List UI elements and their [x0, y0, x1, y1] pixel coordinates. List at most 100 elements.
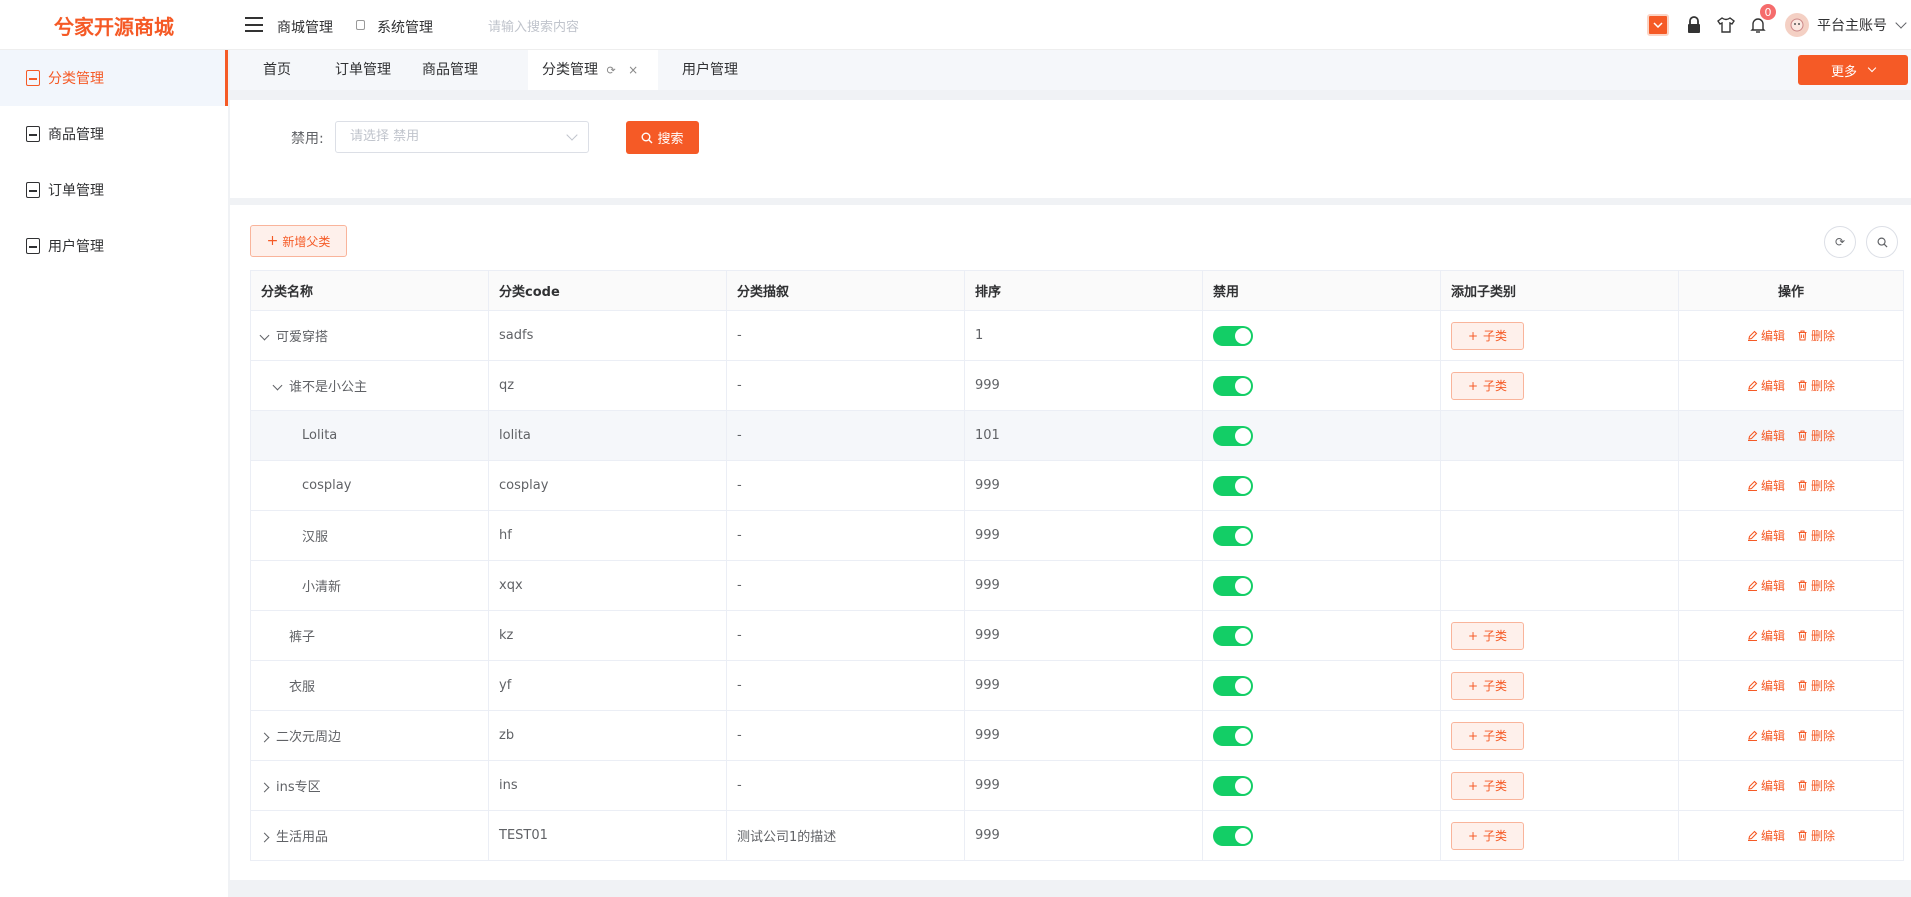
refresh-button[interactable]: ⟳ [1824, 226, 1856, 258]
filter-label: 禁用: [291, 131, 324, 147]
dropdown-square-icon[interactable] [1647, 14, 1669, 36]
trash-icon [1798, 629, 1807, 641]
cell-actions: 编辑 删除 [1678, 760, 1904, 811]
expand-chevron-right-icon[interactable] [259, 782, 270, 793]
disabled-toggle[interactable] [1213, 675, 1253, 696]
column-header: 操作 [1678, 270, 1904, 311]
disabled-toggle[interactable] [1213, 625, 1253, 646]
edit-button[interactable]: 编辑 [1747, 477, 1785, 494]
delete-label: 删除 [1811, 478, 1836, 493]
edit-label: 编辑 [1760, 828, 1785, 843]
disabled-toggle[interactable] [1213, 725, 1253, 746]
expand-chevron-down-icon[interactable] [259, 330, 270, 341]
edit-button[interactable]: 编辑 [1747, 377, 1785, 394]
delete-button[interactable]: 删除 [1797, 377, 1835, 394]
cell-disabled [1202, 810, 1441, 861]
disabled-toggle[interactable] [1213, 825, 1253, 846]
edit-button[interactable]: 编辑 [1747, 677, 1785, 694]
disabled-toggle[interactable] [1213, 325, 1253, 346]
select-placeholder: 请选择 禁用 [350, 129, 420, 144]
cell-desc: - [726, 660, 965, 711]
expand-chevron-down-icon[interactable] [272, 380, 283, 391]
edit-button[interactable]: 编辑 [1747, 327, 1785, 344]
tab-users[interactable]: 用户管理 [668, 50, 752, 90]
search-toggle-button[interactable] [1866, 226, 1898, 258]
top-search-input[interactable]: 请输入搜索内容 [488, 16, 638, 35]
cell-actions: 编辑 删除 [1678, 660, 1904, 711]
tab-home[interactable]: 首页 [249, 50, 305, 90]
add-child-button[interactable]: + 子类 [1451, 371, 1524, 400]
chevron-down-icon [566, 129, 578, 141]
delete-label: 删除 [1811, 328, 1836, 343]
disabled-toggle[interactable] [1213, 375, 1253, 396]
cell-code: TEST01 [488, 810, 727, 861]
sidebar-item-products[interactable]: 商品管理 [0, 106, 228, 162]
close-icon[interactable]: × [628, 63, 638, 77]
document-icon [26, 126, 40, 142]
edit-button[interactable]: 编辑 [1747, 577, 1785, 594]
add-child-button[interactable]: + 子类 [1451, 671, 1524, 700]
sidebar-item-orders[interactable]: 订单管理 [0, 162, 228, 218]
add-child-button[interactable]: + 子类 [1451, 821, 1524, 850]
disabled-toggle[interactable] [1213, 425, 1253, 446]
top-menu-system[interactable]: 系统管理 [377, 17, 433, 37]
document-icon [26, 70, 40, 86]
shirt-icon[interactable] [1715, 14, 1737, 36]
avatar[interactable] [1785, 13, 1809, 37]
edit-button[interactable]: 编辑 [1747, 627, 1785, 644]
refresh-icon[interactable]: ⟳ [606, 64, 615, 77]
cell-disabled [1202, 560, 1441, 611]
tab-products[interactable]: 商品管理 [408, 50, 492, 90]
delete-button[interactable]: 删除 [1797, 677, 1835, 694]
cell-sort: 999 [964, 560, 1203, 611]
cell-disabled [1202, 410, 1441, 461]
cell-code: kz [488, 610, 727, 661]
lock-icon[interactable] [1683, 14, 1705, 36]
account-name[interactable]: 平台主账号 [1817, 15, 1887, 35]
disabled-toggle[interactable] [1213, 475, 1253, 496]
add-parent-button[interactable]: + 新增父类 [250, 225, 347, 257]
delete-button[interactable]: 删除 [1797, 827, 1835, 844]
search-button[interactable]: 搜索 [626, 121, 699, 154]
delete-button[interactable]: 删除 [1797, 727, 1835, 744]
delete-button[interactable]: 删除 [1797, 777, 1835, 794]
add-child-button[interactable]: + 子类 [1451, 721, 1524, 750]
disabled-select[interactable]: 请选择 禁用 [335, 121, 589, 153]
edit-button[interactable]: 编辑 [1747, 427, 1785, 444]
cell-add-child: + 子类 [1440, 760, 1679, 811]
cell-sort: 1 [964, 310, 1203, 361]
category-name: 裤子 [289, 630, 316, 645]
cell-code: qz [488, 360, 727, 411]
sidebar-item-users[interactable]: 用户管理 [0, 218, 228, 274]
add-child-label: 子类 [1483, 379, 1508, 393]
delete-button[interactable]: 删除 [1797, 327, 1835, 344]
edit-button[interactable]: 编辑 [1747, 727, 1785, 744]
add-child-button[interactable]: + 子类 [1451, 621, 1524, 650]
expand-chevron-right-icon[interactable] [259, 732, 270, 743]
sidebar-item-category[interactable]: 分类管理 [0, 50, 228, 106]
bell-icon[interactable]: 0 [1747, 3, 1777, 36]
disabled-toggle[interactable] [1213, 525, 1253, 546]
cell-actions: 编辑 删除 [1678, 610, 1904, 661]
edit-button[interactable]: 编辑 [1747, 527, 1785, 544]
edit-button[interactable]: 编辑 [1747, 777, 1785, 794]
expand-chevron-right-icon[interactable] [259, 832, 270, 843]
delete-button[interactable]: 删除 [1797, 577, 1835, 594]
menu-toggle-icon[interactable] [245, 17, 263, 32]
cell-code: xqx [488, 560, 727, 611]
add-child-button[interactable]: + 子类 [1451, 321, 1524, 350]
top-menu-mall[interactable]: 商城管理 [277, 17, 333, 37]
more-label: 更多 [1830, 64, 1857, 80]
chevron-down-icon[interactable] [1895, 17, 1907, 29]
disabled-toggle[interactable] [1213, 775, 1253, 796]
add-child-button[interactable]: + 子类 [1451, 771, 1524, 800]
disabled-toggle[interactable] [1213, 575, 1253, 596]
more-button[interactable]: 更多 [1798, 55, 1908, 85]
edit-button[interactable]: 编辑 [1747, 827, 1785, 844]
delete-button[interactable]: 删除 [1797, 427, 1835, 444]
tab-orders[interactable]: 订单管理 [321, 50, 405, 90]
delete-button[interactable]: 删除 [1797, 527, 1835, 544]
delete-button[interactable]: 删除 [1797, 627, 1835, 644]
tab-category[interactable]: 分类管理 ⟳ × [528, 50, 658, 90]
delete-button[interactable]: 删除 [1797, 477, 1835, 494]
